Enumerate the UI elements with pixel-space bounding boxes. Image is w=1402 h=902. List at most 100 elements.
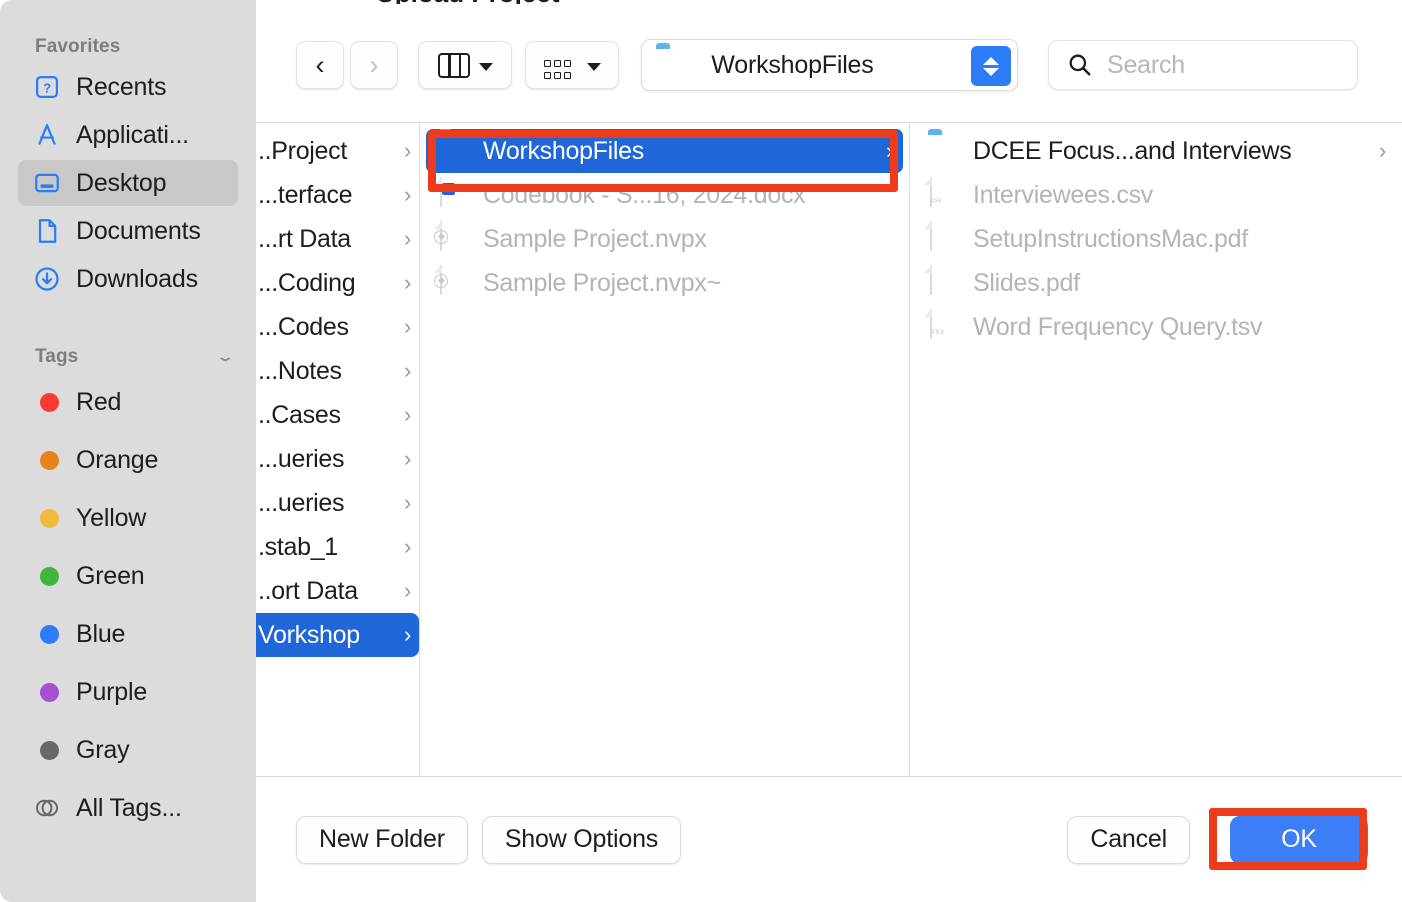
browser-row[interactable]: ...ueries ›: [256, 437, 419, 481]
sidebar-tag-purple[interactable]: Purple: [18, 664, 238, 720]
ok-button[interactable]: OK: [1230, 815, 1368, 864]
browser-column-1[interactable]: ..Project › ...terface › ...rt Data › ...Codin…: [256, 123, 420, 776]
disclosure-chevron-icon: ›: [403, 622, 411, 647]
sidebar-tag-green[interactable]: Green: [18, 548, 238, 604]
tsv-file-icon: TSV: [928, 309, 962, 344]
browser-row[interactable]: WorkshopFiles ›: [426, 129, 903, 173]
browser-row-label: Sample Project.nvpx~: [483, 268, 721, 297]
browser-column-3[interactable]: DCEE Focus...and Interviews › csv Interview…: [910, 123, 1402, 776]
sidebar-favorites-list: ? Recents Applicati... Desktop Documents …: [18, 64, 238, 302]
new-folder-button[interactable]: New Folder: [296, 815, 468, 864]
show-options-button[interactable]: Show Options: [481, 815, 682, 864]
browser-row-label: WorkshopFiles: [483, 136, 644, 165]
back-button[interactable]: ‹: [296, 41, 344, 89]
browser-row-label: Codebook - S...16, 2024.docx: [483, 180, 806, 209]
sidebar-all-tags[interactable]: All Tags...: [18, 780, 238, 836]
path-popup-label: WorkshopFiles: [711, 50, 874, 79]
tag-dot-icon: [32, 677, 62, 707]
sidebar-item-label: Documents: [76, 216, 201, 245]
browser-row-label: ...Notes: [258, 356, 342, 385]
tag-dot-icon: [32, 503, 62, 533]
browser-row[interactable]: Sample Project.nvpx: [426, 217, 903, 261]
downloads-icon: [32, 264, 62, 294]
browser-row[interactable]: ..Cases ›: [256, 393, 419, 437]
clock-recents-icon: ?: [35, 75, 59, 99]
all-tags-icon: [32, 793, 62, 823]
window-title-strip: Upload Project: [256, 0, 1402, 4]
sidebar-tag-label: Orange: [76, 445, 159, 474]
pdf-file-icon: [928, 265, 962, 300]
dialog-panel: Upload Project ‹ ›: [256, 0, 1402, 902]
sidebar-item-documents[interactable]: Documents: [18, 208, 238, 254]
file-picker-dialog: Favorites ? Recents Applicati... Desktop …: [0, 0, 1402, 902]
disclosure-chevron-icon: ›: [403, 446, 411, 471]
browser-row[interactable]: csv Interviewees.csv: [916, 173, 1396, 217]
group-by-button[interactable]: [525, 41, 620, 89]
view-mode-button[interactable]: [418, 41, 513, 89]
disclosure-chevron-icon: ›: [403, 314, 411, 339]
search-field[interactable]: Search: [1048, 40, 1358, 90]
sidebar-tags-list: Red Orange Yellow Green Blue Purple Gray All T…: [18, 374, 238, 836]
sidebar-item-label: Applicati...: [76, 120, 189, 149]
browser-row[interactable]: SetupInstructionsMac.pdf: [916, 217, 1396, 261]
browser-row[interactable]: Slides.pdf: [916, 261, 1396, 305]
browser-row-label: .stab_1: [258, 532, 338, 561]
browser-row[interactable]: ...Coding ›: [256, 261, 419, 305]
documents-icon: [38, 219, 57, 243]
toolbar: ‹ › WorkshopFiles Search: [256, 10, 1402, 120]
browser-row-label: ...ueries: [258, 444, 345, 473]
browser-row[interactable]: ...rt Data ›: [256, 217, 419, 261]
browser-row[interactable]: Sample Project.nvpx~: [426, 261, 903, 305]
browser-row-label: Slides.pdf: [973, 268, 1080, 297]
browser-row[interactable]: ...Codes ›: [256, 305, 419, 349]
pdf-file-icon: [928, 221, 962, 256]
browser-row[interactable]: ...Notes ›: [256, 349, 419, 393]
browser-row[interactable]: .stab_1 ›: [256, 525, 419, 569]
browser-row[interactable]: TSV Word Frequency Query.tsv: [916, 305, 1396, 349]
applications-icon: [38, 124, 56, 145]
sidebar-item-applicati[interactable]: Applicati...: [18, 112, 238, 158]
browser-row[interactable]: ...terface ›: [256, 173, 419, 217]
applications-icon: [32, 120, 62, 150]
disclosure-chevron-icon: ›: [403, 138, 411, 163]
sidebar-tag-blue[interactable]: Blue: [18, 606, 238, 662]
sidebar-tags-header[interactable]: Tags ⌄: [18, 346, 238, 368]
tag-dot-icon: [32, 561, 62, 591]
sidebar-tag-red[interactable]: Red: [18, 374, 238, 430]
svg-text:?: ?: [43, 80, 51, 95]
csv-file-icon: csv: [928, 177, 962, 212]
browser-row[interactable]: ..Project ›: [256, 129, 419, 173]
clock-recents-icon: ?: [32, 72, 62, 102]
chevron-left-icon: ‹: [315, 49, 325, 80]
browser-row[interactable]: Vorkshop ›: [256, 613, 419, 657]
folder-icon: [928, 134, 962, 168]
sidebar-item-desktop[interactable]: Desktop: [18, 160, 238, 206]
path-stepper[interactable]: [971, 46, 1011, 86]
sidebar-tag-orange[interactable]: Orange: [18, 432, 238, 488]
tag-dot-icon: [32, 387, 62, 417]
disclosure-chevron-icon: ›: [403, 534, 411, 559]
forward-button[interactable]: ›: [350, 41, 398, 89]
browser-row-label: ...terface: [258, 180, 353, 209]
sidebar-item-recents[interactable]: ? Recents: [18, 64, 238, 110]
disclosure-chevron-icon: ›: [403, 490, 411, 515]
sidebar-item-downloads[interactable]: Downloads: [18, 256, 238, 302]
sidebar-tag-label: Blue: [76, 619, 126, 648]
path-popup-button[interactable]: WorkshopFiles: [641, 39, 1018, 91]
desktop-icon: [32, 168, 62, 198]
browser-column-2[interactable]: WorkshopFiles › W Codebook - S...16, 2024.d…: [420, 123, 910, 776]
browser-row[interactable]: DCEE Focus...and Interviews ›: [916, 129, 1396, 173]
downloads-icon: [35, 267, 59, 291]
browser-row-label: SetupInstructionsMac.pdf: [973, 224, 1248, 253]
sidebar-tag-gray[interactable]: Gray: [18, 722, 238, 778]
browser-row[interactable]: ...ueries ›: [256, 481, 419, 525]
browser-row[interactable]: W Codebook - S...16, 2024.docx: [426, 173, 903, 217]
sidebar-tag-label: Green: [76, 561, 145, 590]
desktop-icon: [35, 173, 59, 193]
browser-row-label: ..ort Data: [258, 576, 358, 605]
sidebar-tag-yellow[interactable]: Yellow: [18, 490, 238, 546]
cancel-button[interactable]: Cancel: [1067, 815, 1190, 864]
chevron-down-icon: [478, 62, 493, 71]
browser-row[interactable]: ..ort Data ›: [256, 569, 419, 613]
browser-row-label: ...Codes: [258, 312, 349, 341]
